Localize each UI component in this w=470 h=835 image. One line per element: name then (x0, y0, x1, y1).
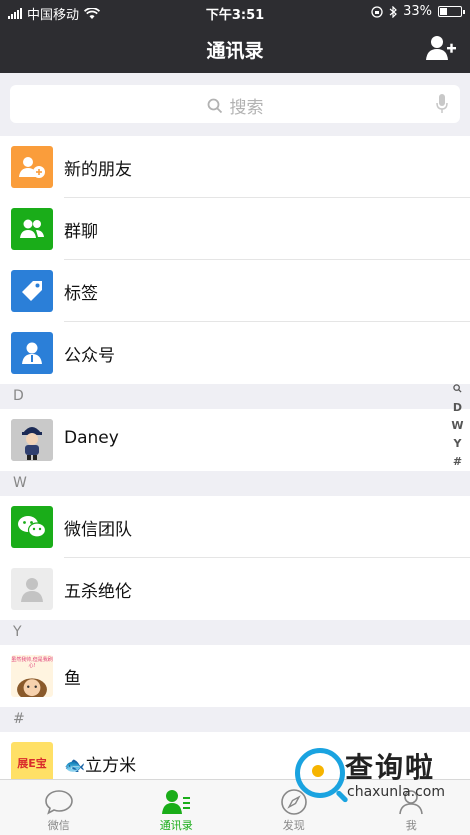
search-icon (207, 98, 222, 113)
contact-row[interactable]: 虽然我帅,但是我刷心! 鱼 (0, 645, 470, 707)
search-placeholder: 搜索 (229, 98, 264, 118)
contact-avatar: 虽然我帅,但是我刷心! (11, 655, 53, 697)
microphone-icon[interactable] (436, 94, 448, 114)
battery-percent: 33% (403, 4, 432, 19)
search-area: 搜索 (0, 73, 470, 136)
contact-name: 鱼 (64, 669, 81, 689)
tab-me-label: 我 (405, 819, 417, 832)
section-header-hash: # (0, 707, 470, 732)
watermark-logo-icon (295, 748, 345, 798)
watermark-url: chaxunla.com (347, 784, 445, 800)
official-accounts-row[interactable]: 公众号 (0, 322, 470, 384)
tab-discover-label: 发现 (282, 819, 305, 832)
index-letter-y[interactable]: Y (451, 435, 464, 453)
group-chat-row[interactable]: 群聊 (0, 198, 470, 260)
contact-avatar (11, 419, 53, 461)
new-friends-row[interactable]: 新的朋友 (0, 136, 470, 198)
avatar-badge-text: 展E宝 (17, 757, 47, 770)
index-search-icon[interactable] (451, 381, 464, 399)
index-letter-w[interactable]: W (451, 417, 464, 435)
contact-name: 微信团队 (64, 520, 132, 540)
rotation-lock-icon (371, 5, 383, 18)
bluetooth-icon (389, 5, 397, 18)
index-letter-hash[interactable]: # (451, 453, 464, 471)
search-input[interactable]: 搜索 (10, 85, 460, 123)
tags-row[interactable]: 标签 (0, 260, 470, 322)
contact-list: 新的朋友 群聊 标签 公众号 D Daney W 微信团队 五杀绝伦 Y 虽然我… (0, 136, 470, 794)
tab-chats-label: 微信 (47, 819, 70, 832)
watermark: 查询啦 chaxunla.com (285, 740, 465, 810)
contact-row[interactable]: 微信团队 (0, 496, 470, 558)
default-avatar-icon (11, 568, 53, 610)
page-title: 通讯录 (206, 40, 264, 62)
wechat-team-icon (11, 506, 53, 548)
official-accounts-label: 公众号 (64, 346, 115, 366)
contact-row[interactable]: 五杀绝伦 (0, 558, 470, 620)
group-chat-icon (11, 208, 53, 250)
new-friends-icon (11, 146, 53, 188)
avatar-caption: 虽然我帅,但是我刷心! (11, 657, 53, 669)
tab-contacts[interactable]: 通讯录 (118, 780, 236, 835)
contact-avatar: 展E宝 (11, 742, 53, 784)
tab-chats[interactable]: 微信 (0, 780, 118, 835)
new-friends-label: 新的朋友 (64, 160, 132, 180)
contact-name: Daney (64, 428, 119, 448)
tag-icon (11, 270, 53, 312)
alphabet-index[interactable]: D W Y # (451, 381, 464, 471)
battery-icon (438, 6, 465, 17)
index-letter-d[interactable]: D (451, 399, 464, 417)
group-chat-label: 群聊 (64, 222, 98, 242)
add-contact-button[interactable] (426, 34, 456, 62)
contact-name: 🐟立方米 (64, 756, 137, 776)
status-bar: 中国移动 下午3:51 33% (0, 0, 470, 24)
contact-row[interactable]: Daney (0, 409, 470, 471)
chat-bubble-icon (44, 790, 73, 815)
watermark-title: 查询啦 (345, 751, 436, 784)
section-header-w: W (0, 471, 470, 496)
section-header-y: Y (0, 620, 470, 645)
section-header-d: D (0, 384, 470, 409)
contacts-icon (162, 790, 191, 814)
tab-contacts-label: 通讯录 (159, 819, 193, 832)
add-contact-icon (426, 36, 456, 60)
contact-name: 五杀绝伦 (64, 582, 132, 602)
official-account-icon (11, 332, 53, 374)
nav-bar: 通讯录 (0, 24, 470, 73)
tags-label: 标签 (64, 284, 98, 304)
